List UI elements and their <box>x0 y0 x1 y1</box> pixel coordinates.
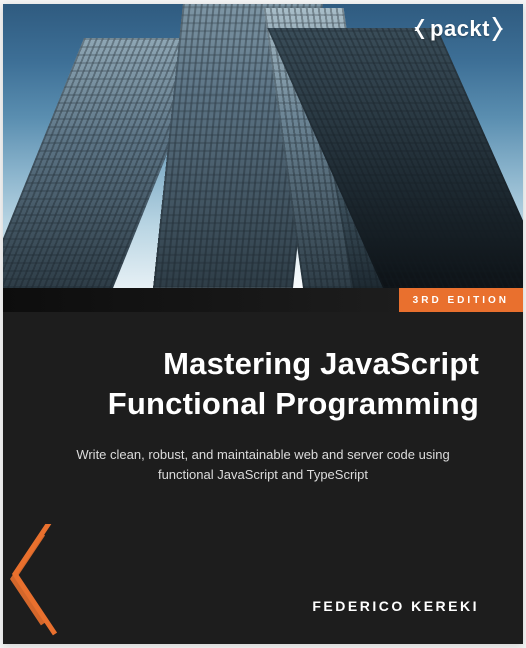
angle-open-icon <box>414 19 426 39</box>
publisher-logo: packt <box>414 16 503 42</box>
hero-image: packt <box>3 4 523 288</box>
text-block: Mastering JavaScript Functional Programm… <box>3 344 523 486</box>
title-line-2: Functional Programming <box>47 384 479 424</box>
title-line-1: Mastering JavaScript <box>47 344 479 384</box>
author-name: FEDERICO KEREKI <box>312 598 479 614</box>
edition-badge: 3RD EDITION <box>399 288 523 312</box>
angle-close-icon <box>493 18 503 40</box>
chevron-decoration-icon <box>3 524 93 644</box>
book-subtitle: Write clean, robust, and maintainable we… <box>47 445 479 485</box>
edition-row: 3RD EDITION <box>3 288 523 312</box>
publisher-name: packt <box>430 16 490 42</box>
book-cover: packt 3RD EDITION Mastering JavaScript F… <box>3 4 523 644</box>
book-title: Mastering JavaScript Functional Programm… <box>47 344 479 423</box>
